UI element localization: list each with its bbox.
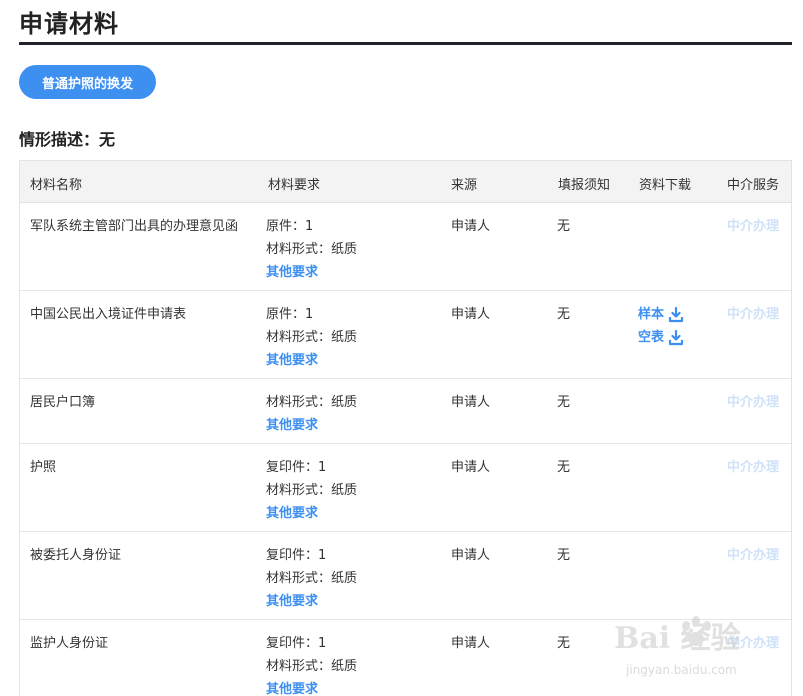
agency-service-cell: 中介办理 bbox=[727, 391, 779, 414]
fill-notes: 无 bbox=[557, 395, 571, 410]
requirement-line: 复印件：1 bbox=[266, 548, 327, 563]
table-header: 材料名称 材料要求 来源 填报须知 资料下载 中介服务 bbox=[20, 161, 791, 203]
download-icon bbox=[668, 329, 684, 345]
situation-button[interactable]: 普通护照的换发 bbox=[19, 65, 156, 99]
table-row: 中国公民出入境证件申请表 原件：1 材料形式：纸质其他要求 申请人 无 样本空表 中介办理 bbox=[20, 291, 791, 379]
table-row: 护照 复印件：1 材料形式：纸质其他要求 申请人 无 中介办理 bbox=[20, 444, 791, 532]
header-agency-service: 中介服务 bbox=[727, 178, 780, 193]
material-requirement: 复印件：1 材料形式：纸质其他要求 bbox=[266, 456, 436, 525]
header-material-name: 材料名称 bbox=[30, 178, 83, 193]
table-row: 军队系统主管部门出具的办理意见函 原件：1 材料形式：纸质其他要求 申请人 无 中介办理 bbox=[20, 203, 791, 291]
download-blank-form-link[interactable]: 空表 bbox=[638, 326, 684, 349]
fill-notes: 无 bbox=[557, 307, 571, 322]
table-row: 被委托人身份证 复印件：1 材料形式：纸质其他要求 申请人 无 中介办理 bbox=[20, 532, 791, 620]
agency-service-link[interactable]: 中介办理 bbox=[727, 460, 779, 475]
requirement-line: 材料形式：纸质 bbox=[266, 395, 358, 410]
material-name: 护照 bbox=[30, 460, 57, 475]
agency-service-cell: 中介办理 bbox=[727, 456, 779, 479]
download-icon bbox=[668, 306, 684, 322]
download-label: 样本 bbox=[638, 307, 665, 322]
material-name: 被委托人身份证 bbox=[30, 548, 122, 563]
fill-notes: 无 bbox=[557, 219, 571, 234]
other-requirements-link[interactable]: 其他要求 bbox=[266, 502, 436, 525]
download-sample-link[interactable]: 样本 bbox=[638, 303, 684, 326]
other-requirements-link[interactable]: 其他要求 bbox=[266, 349, 436, 372]
material-source: 申请人 bbox=[451, 395, 491, 410]
material-requirement: 复印件：1 材料形式：纸质其他要求 bbox=[266, 544, 436, 613]
agency-service-cell: 中介办理 bbox=[727, 544, 779, 567]
requirement-line: 材料形式：纸质 bbox=[266, 571, 358, 586]
title-divider bbox=[19, 42, 792, 45]
material-requirement: 材料形式：纸质其他要求 bbox=[266, 391, 436, 437]
material-name: 中国公民出入境证件申请表 bbox=[30, 307, 187, 322]
fill-notes: 无 bbox=[557, 460, 571, 475]
requirement-line: 复印件：1 bbox=[266, 460, 327, 475]
material-source: 申请人 bbox=[451, 636, 491, 651]
requirement-line: 原件：1 bbox=[266, 219, 314, 234]
material-name: 监护人身份证 bbox=[30, 636, 109, 651]
other-requirements-link[interactable]: 其他要求 bbox=[266, 414, 436, 437]
header-material-requirement: 材料要求 bbox=[268, 178, 321, 193]
material-source: 申请人 bbox=[451, 219, 491, 234]
other-requirements-link[interactable]: 其他要求 bbox=[266, 678, 436, 696]
material-source: 申请人 bbox=[451, 460, 491, 475]
other-requirements-link[interactable]: 其他要求 bbox=[266, 261, 436, 284]
fill-notes: 无 bbox=[557, 636, 571, 651]
other-requirements-link[interactable]: 其他要求 bbox=[266, 590, 436, 613]
material-requirement: 原件：1 材料形式：纸质其他要求 bbox=[266, 215, 436, 284]
material-source: 申请人 bbox=[451, 548, 491, 563]
watermark-brand: Bai 经验 bbox=[614, 621, 741, 656]
situation-description: 情形描述：无 bbox=[19, 130, 116, 149]
download-cell: 样本 空表 bbox=[638, 303, 684, 349]
requirement-line: 原件：1 bbox=[266, 307, 314, 322]
watermark-url: jingyan.baidu.com bbox=[625, 663, 737, 677]
agency-service-link[interactable]: 中介办理 bbox=[727, 395, 779, 410]
material-name: 军队系统主管部门出具的办理意见函 bbox=[30, 219, 239, 234]
baidu-watermark: Bai 经验 jingyan.baidu.com bbox=[614, 616, 741, 677]
requirement-line: 材料形式：纸质 bbox=[266, 483, 358, 498]
header-source: 来源 bbox=[451, 178, 478, 193]
material-requirement: 复印件：1 材料形式：纸质其他要求 bbox=[266, 632, 436, 696]
table-row: 居民户口簿 材料形式：纸质其他要求 申请人 无 中介办理 bbox=[20, 379, 791, 444]
header-download: 资料下载 bbox=[639, 178, 692, 193]
requirement-line: 材料形式：纸质 bbox=[266, 330, 358, 345]
agency-service-cell: 中介办理 bbox=[727, 215, 779, 238]
agency-service-link[interactable]: 中介办理 bbox=[727, 307, 779, 322]
agency-service-link[interactable]: 中介办理 bbox=[727, 219, 779, 234]
requirement-line: 材料形式：纸质 bbox=[266, 659, 358, 674]
download-label: 空表 bbox=[638, 330, 665, 345]
section-title: 申请材料 bbox=[19, 10, 119, 38]
material-requirement: 原件：1 材料形式：纸质其他要求 bbox=[266, 303, 436, 372]
header-fill-notes: 填报须知 bbox=[558, 178, 611, 193]
fill-notes: 无 bbox=[557, 548, 571, 563]
agency-service-cell: 中介办理 bbox=[727, 303, 779, 326]
material-name: 居民户口簿 bbox=[30, 395, 96, 410]
agency-service-link[interactable]: 中介办理 bbox=[727, 548, 779, 563]
requirement-line: 材料形式：纸质 bbox=[266, 242, 358, 257]
requirement-line: 复印件：1 bbox=[266, 636, 327, 651]
material-source: 申请人 bbox=[451, 307, 491, 322]
